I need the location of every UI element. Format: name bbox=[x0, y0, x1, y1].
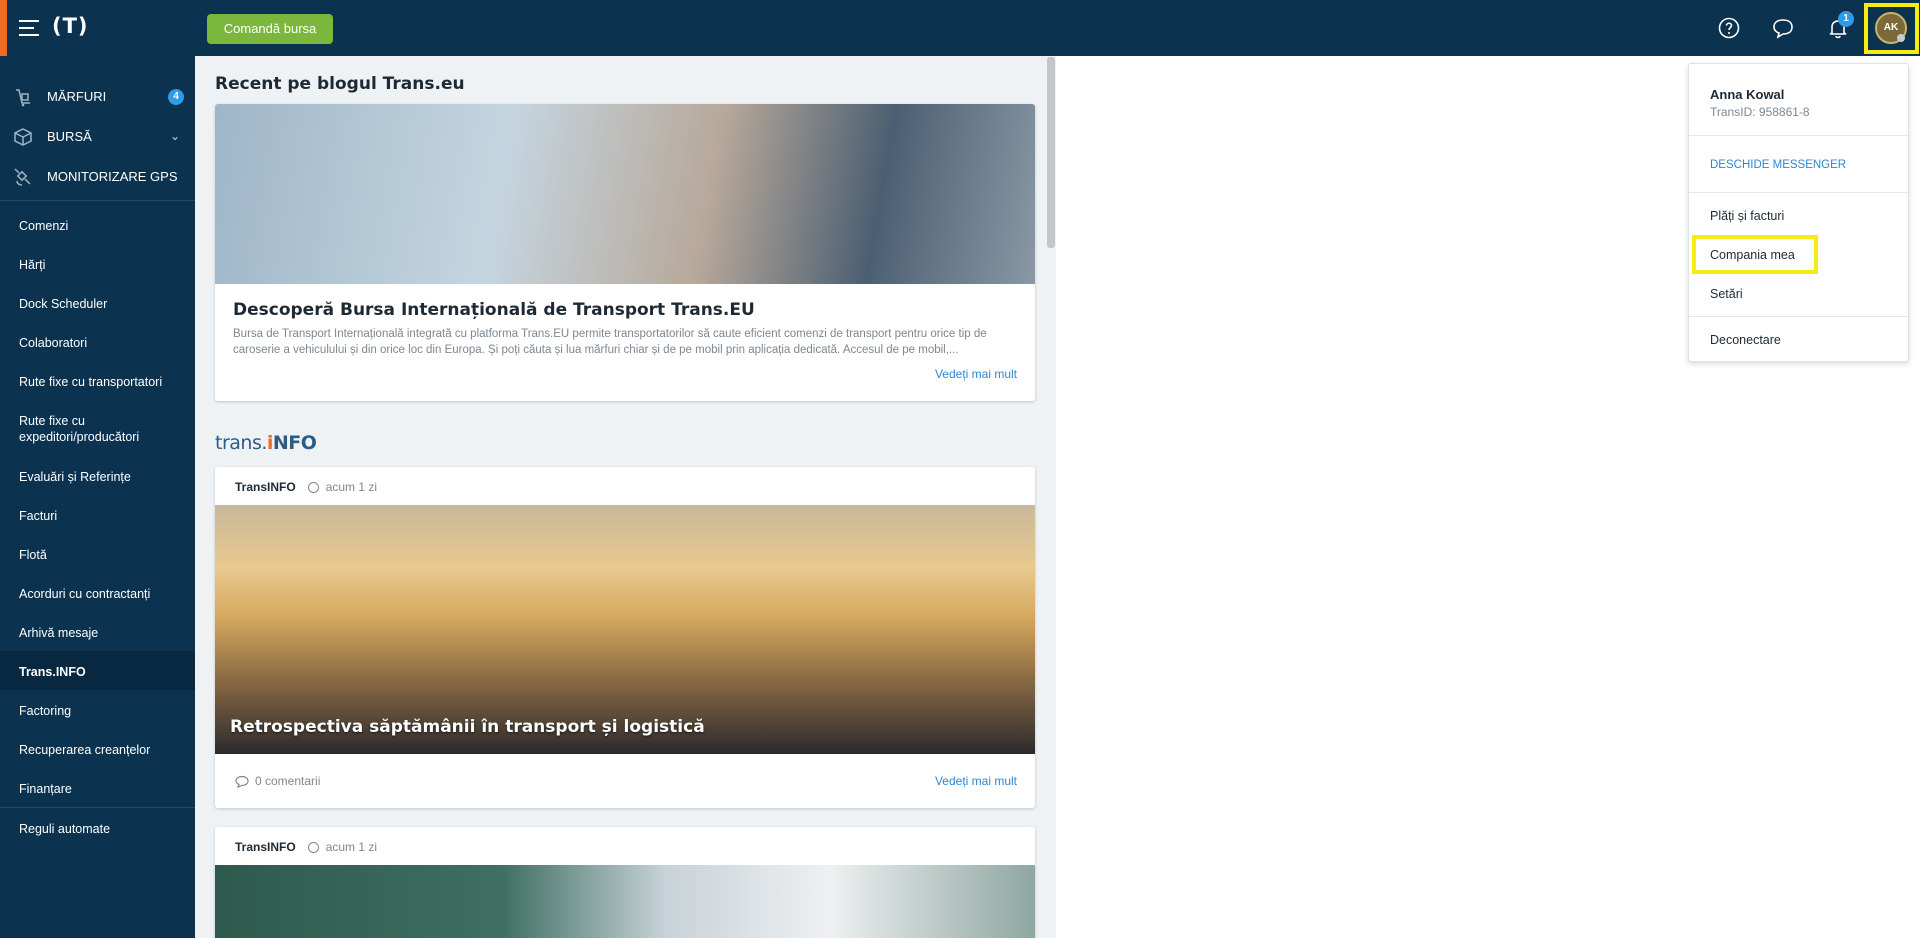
menu-item-logout[interactable]: Deconectare bbox=[1710, 333, 1781, 347]
cargo-icon bbox=[16, 89, 30, 107]
sidebar-item-reguli-automate[interactable]: Reguli automate bbox=[0, 808, 195, 847]
sidebar-item-colaboratori[interactable]: Colaboratori bbox=[0, 322, 195, 361]
sidebar-item-label: Colaboratori bbox=[19, 336, 88, 350]
my-company-highlight-box bbox=[1692, 235, 1818, 274]
comment-icon bbox=[235, 775, 249, 788]
sidebar-item-factoring[interactable]: Factoring bbox=[0, 690, 195, 729]
sidebar-item-label: Recuperarea creanțelor bbox=[19, 743, 151, 757]
sidebar-item-comenzi[interactable]: Comenzi bbox=[0, 205, 195, 244]
chat-icon[interactable] bbox=[1771, 16, 1795, 40]
help-icon[interactable] bbox=[1717, 16, 1741, 40]
blog-card-description: Bursa de Transport Internațională integr… bbox=[233, 328, 987, 356]
blog-card[interactable]: Descoperă Bursa Internațională de Transp… bbox=[215, 104, 1035, 401]
sidebar-item-label: Facturi bbox=[19, 509, 58, 523]
sidebar: MĂRFURI 4 BURSĂ ⌄ MONITORIZARE GPS Comen… bbox=[0, 56, 195, 938]
sidebar-item-marfuri[interactable]: MĂRFURI 4 bbox=[0, 76, 195, 116]
sidebar-item-label: Finanțare bbox=[19, 782, 72, 796]
news-card-image[interactable] bbox=[215, 865, 1035, 938]
scrollbar-thumb[interactable] bbox=[1047, 57, 1055, 248]
sidebar-item-label: Rute fixe cu transportatori bbox=[19, 375, 163, 389]
blog-card-title[interactable]: Descoperă Bursa Internațională de Transp… bbox=[233, 300, 755, 320]
transinfo-logo: trans.iNFO bbox=[215, 432, 317, 454]
clock-icon bbox=[307, 481, 319, 493]
news-card[interactable]: TransINFO acum 1 zi Retrospectiva săptăm… bbox=[215, 467, 1035, 808]
sidebar-item-label: Flotă bbox=[19, 548, 47, 562]
blog-card-image bbox=[215, 104, 1035, 284]
open-messenger-link[interactable]: DESCHIDE MESSENGER bbox=[1710, 159, 1846, 171]
sidebar-item-facturi[interactable]: Facturi bbox=[0, 495, 195, 534]
top-bar: (T) Comandă bursa 1 AK bbox=[0, 0, 1920, 56]
sidebar-item-rute-expeditori[interactable]: Rute fixe cu expeditori/producători bbox=[0, 400, 195, 456]
sidebar-item-acorduri[interactable]: Acorduri cu contractanți bbox=[0, 573, 195, 612]
sidebar-item-label: Reguli automate bbox=[19, 822, 111, 836]
sidebar-item-harti[interactable]: Hărți bbox=[0, 244, 195, 283]
user-name: Anna Kowal bbox=[1710, 87, 1785, 102]
blog-section-title: Recent pe blogul Trans.eu bbox=[215, 74, 465, 94]
see-more-link[interactable]: Vedeți mai mult bbox=[935, 367, 1017, 381]
sidebar-item-label: MONITORIZARE GPS bbox=[47, 169, 178, 184]
menu-divider bbox=[1689, 316, 1908, 317]
sidebar-item-bursa[interactable]: BURSĂ ⌄ bbox=[0, 116, 195, 156]
news-card[interactable]: TransINFO acum 1 zi bbox=[215, 827, 1035, 938]
comments-count[interactable]: 0 comentarii bbox=[255, 774, 320, 788]
news-time: acum 1 zi bbox=[325, 840, 378, 854]
sidebar-item-transinfo[interactable]: Trans.INFO bbox=[0, 651, 195, 690]
news-source: TransINFO bbox=[235, 840, 296, 854]
news-source: TransINFO bbox=[235, 480, 296, 494]
sidebar-item-label: Factoring bbox=[19, 704, 72, 718]
news-card-title[interactable]: Retrospectiva săptămânii în transport și… bbox=[230, 717, 705, 737]
sidebar-item-label: Hărți bbox=[19, 258, 46, 272]
order-exchange-button[interactable]: Comandă bursa bbox=[207, 14, 333, 44]
chevron-down-icon[interactable]: ⌄ bbox=[170, 129, 180, 143]
menu-icon[interactable] bbox=[19, 20, 39, 36]
cargo-count-badge: 4 bbox=[168, 89, 184, 105]
news-card-footer: 0 comentarii bbox=[235, 774, 320, 788]
sidebar-item-gps[interactable]: MONITORIZARE GPS bbox=[0, 156, 195, 196]
sidebar-item-label: Evaluări și Referințe bbox=[19, 470, 131, 484]
trans-logo[interactable]: (T) bbox=[52, 14, 89, 38]
sidebar-item-finantare[interactable]: Finanțare bbox=[0, 768, 195, 807]
sidebar-item-label: Acorduri cu contractanți bbox=[19, 587, 151, 601]
news-time: acum 1 zi bbox=[325, 480, 378, 494]
sidebar-item-rute-transportatori[interactable]: Rute fixe cu transportatori bbox=[0, 361, 195, 400]
menu-item-payments-invoices[interactable]: Plăți și facturi bbox=[1710, 209, 1784, 223]
sidebar-item-label: Comenzi bbox=[19, 219, 69, 233]
satellite-icon bbox=[14, 168, 31, 186]
sidebar-item-evaluari[interactable]: Evaluări și Referințe bbox=[0, 456, 195, 495]
menu-divider bbox=[1689, 135, 1908, 136]
sidebar-item-recuperare[interactable]: Recuperarea creanțelor bbox=[0, 729, 195, 768]
see-more-link[interactable]: Vedeți mai mult bbox=[935, 774, 1017, 788]
menu-divider bbox=[1689, 192, 1908, 193]
sidebar-item-label: BURSĂ bbox=[47, 129, 92, 144]
menu-item-settings[interactable]: Setări bbox=[1710, 287, 1743, 301]
sidebar-item-label: Rute fixe cu expeditori/producători bbox=[19, 414, 140, 444]
news-card-header: TransINFO acum 1 zi bbox=[235, 478, 377, 496]
sidebar-item-label: Dock Scheduler bbox=[19, 297, 108, 311]
sidebar-item-label: Trans.INFO bbox=[19, 665, 86, 679]
sidebar-item-flota[interactable]: Flotă bbox=[0, 534, 195, 573]
user-menu-dropdown: Anna Kowal TransID: 958861-8 DESCHIDE ME… bbox=[1688, 63, 1909, 362]
news-card-header: TransINFO acum 1 zi bbox=[235, 838, 377, 856]
trans-id: TransID: 958861-8 bbox=[1710, 105, 1810, 119]
clock-icon bbox=[307, 841, 319, 853]
sidebar-item-dock-scheduler[interactable]: Dock Scheduler bbox=[0, 283, 195, 322]
sidebar-item-arhiva-mesaje[interactable]: Arhivă mesaje bbox=[0, 612, 195, 651]
box-icon bbox=[14, 128, 32, 146]
sidebar-item-label: Arhivă mesaje bbox=[19, 626, 99, 640]
brand-accent-strip bbox=[0, 0, 7, 56]
sidebar-item-label: MĂRFURI bbox=[47, 89, 107, 104]
notifications-badge: 1 bbox=[1838, 11, 1854, 27]
status-dot bbox=[1897, 34, 1905, 42]
